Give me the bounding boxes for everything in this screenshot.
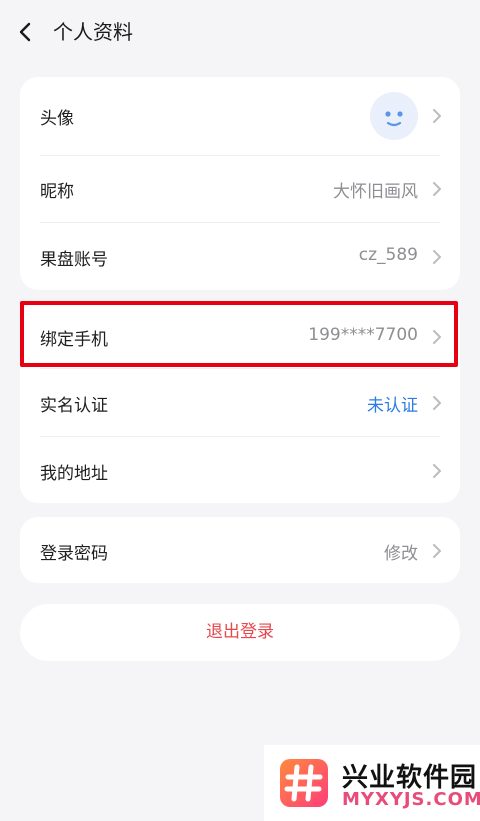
account-label: 果盘账号 (40, 250, 108, 270)
avatar-label: 头像 (40, 109, 74, 129)
header: 个人资料 (0, 0, 480, 64)
phone-row[interactable]: 绑定手机 199****7700 (40, 302, 460, 368)
chevron-right-icon (433, 544, 441, 558)
back-button[interactable] (12, 14, 44, 50)
address-label: 我的地址 (40, 464, 108, 484)
chevron-right-icon (433, 109, 441, 123)
password-edit: 修改 (384, 544, 418, 564)
page-title: 个人资料 (53, 20, 133, 44)
chevron-right-icon (433, 182, 441, 196)
account-value: cz_589 (358, 245, 418, 265)
security-card: 绑定手机 199****7700 实名认证 未认证 我的地址 (20, 302, 460, 503)
chevron-right-icon (433, 330, 441, 344)
realname-label: 实名认证 (40, 396, 108, 416)
realname-row[interactable]: 实名认证 未认证 (40, 369, 460, 436)
realname-status: 未认证 (367, 396, 418, 416)
nickname-value: 大怀旧画风 (333, 182, 418, 202)
phone-value: 199****7700 (308, 325, 418, 345)
logout-button[interactable]: 退出登录 (20, 604, 460, 661)
nickname-row[interactable]: 昵称 大怀旧画风 (40, 156, 460, 222)
account-row[interactable]: 果盘账号 cz_589 (40, 223, 460, 290)
chevron-right-icon (433, 464, 441, 478)
watermark-url: MYXYJS.COM (342, 789, 480, 810)
profile-card: 头像 昵称 大怀旧画风 果盘账号 cz_589 (20, 77, 460, 290)
watermark: 兴业软件园 MYXYJS.COM (264, 745, 480, 821)
nickname-label: 昵称 (40, 182, 74, 202)
chevron-right-icon (433, 396, 441, 410)
profile-page: 个人资料 头像 昵称 大怀旧画风 果盘账号 cz_589 绑定手机 199***… (0, 0, 480, 821)
phone-label: 绑定手机 (40, 330, 108, 350)
chevron-right-icon (433, 250, 441, 264)
hash-logo-icon (280, 759, 328, 807)
password-label: 登录密码 (40, 544, 108, 564)
password-card: 登录密码 修改 (20, 517, 460, 583)
avatar-row[interactable]: 头像 (40, 77, 460, 155)
address-row[interactable]: 我的地址 (40, 437, 460, 503)
avatar[interactable] (370, 92, 418, 140)
password-row[interactable]: 登录密码 修改 (40, 517, 460, 583)
back-arrow-icon (19, 22, 31, 42)
avatar-face-icon (385, 111, 403, 127)
